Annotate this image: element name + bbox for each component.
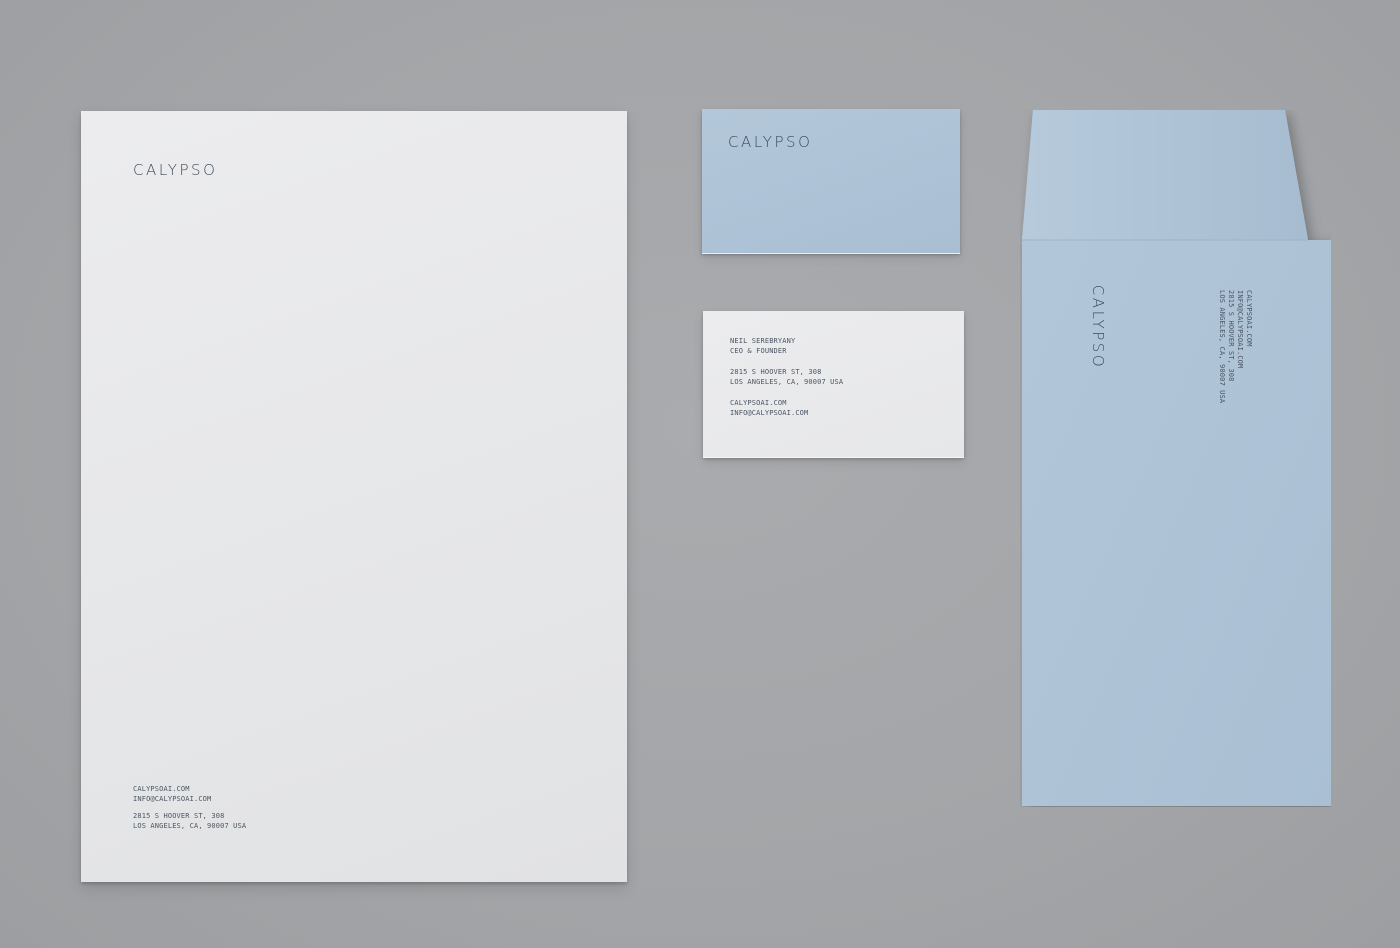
letterhead-address-line2: LOS ANGELES, CA, 90007 USA [133,821,247,830]
letterhead-logo: CALYPSO [133,161,218,179]
business-card-front: CALYPSO [702,109,960,253]
card-website: CALYPSOAI.COM [730,399,787,407]
card-address-line1: 2815 S HOOVER ST, 308 [730,368,822,376]
envelope-address-line2: LOS ANGELES, CA, 90007 USA [1218,290,1226,404]
letterhead-website: CALYPSOAI.COM [133,785,190,793]
letterhead-footer: CALYPSOAI.COM INFO@CALYPSOAI.COM 2815 S … [133,785,246,831]
business-card-back: NEIL SEREBRYANY CEO & FOUNDER 2815 S HOO… [703,311,964,457]
letterhead-email: INFO@CALYPSOAI.COM [133,794,212,803]
business-card-logo: CALYPSO [728,133,813,151]
envelope-address-line1: 2815 S HOOVER ST, 308 [1227,290,1235,382]
envelope [1020,110,1331,807]
letterhead-sheet: CALYPSO CALYPSOAI.COM INFO@CALYPSOAI.COM… [81,111,627,882]
letterhead-address-line1: 2815 S HOOVER ST, 308 [133,812,225,820]
card-person-title: CEO & FOUNDER [730,347,787,355]
envelope-website: CALYPSOAI.COM [1245,290,1253,347]
stationery-mockup-scene: CALYPSO CALYPSOAI.COM INFO@CALYPSOAI.COM… [0,0,1400,948]
envelope-logo: CALYPSO [1089,284,1107,370]
envelope-shape [1022,110,1331,806]
card-email: INFO@CALYPSOAI.COM [730,409,809,417]
envelope-email: INFO@CALYPSOAI.COM [1236,290,1244,369]
business-card-details: NEIL SEREBRYANY CEO & FOUNDER 2815 S HOO… [730,336,843,418]
card-person-name: NEIL SEREBRYANY [730,337,796,345]
envelope-return-address: CALYPSOAI.COM INFO@CALYPSOAI.COM 2815 S … [1217,290,1253,404]
envelope-flap [1022,110,1308,240]
card-address-line2: LOS ANGELES, CA, 90007 USA [730,378,844,386]
